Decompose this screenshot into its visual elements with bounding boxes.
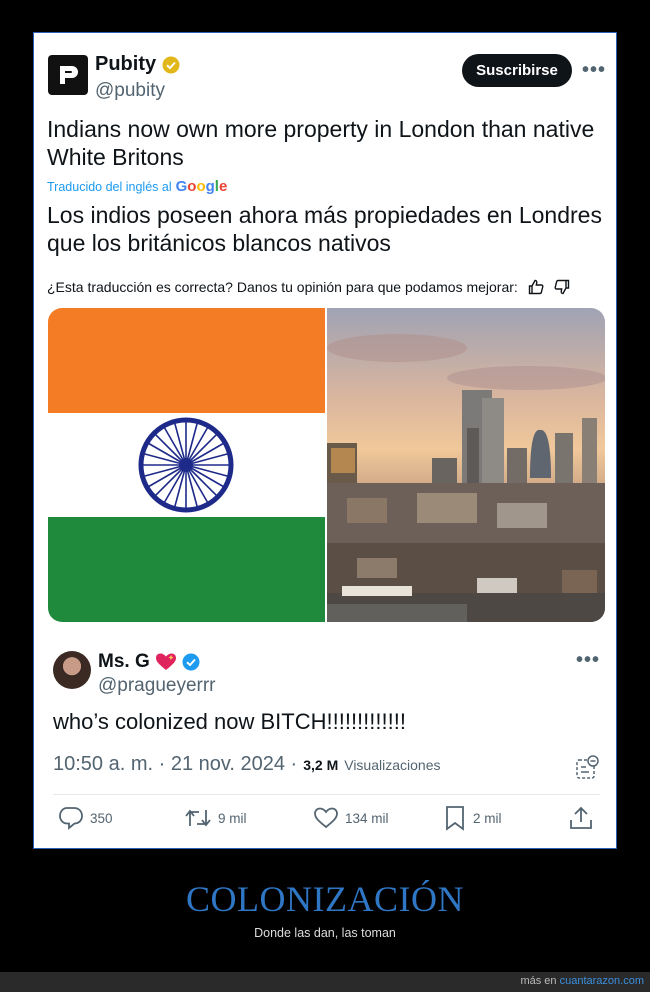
ms-g-avatar[interactable] bbox=[53, 651, 91, 689]
gold-verified-badge-icon bbox=[162, 56, 180, 73]
bookmark-icon bbox=[446, 806, 464, 831]
repost-button[interactable]: 9 mil bbox=[184, 806, 247, 830]
translated-by-label: Traducido del inglés al bbox=[47, 179, 172, 194]
meme-title: COLONIZACIÓN bbox=[186, 879, 464, 919]
feedback-question: ¿Esta traducción es correcta? Danos tu o… bbox=[47, 279, 518, 295]
reply-button[interactable]: 350 bbox=[58, 806, 113, 830]
tweet-card: Pubity @pubity Suscribirse ••• Indians n… bbox=[33, 32, 617, 849]
quote-author-handle[interactable]: @pragueyerrr bbox=[98, 675, 216, 697]
site-credit: más en cuantarazon.com bbox=[520, 975, 644, 987]
site-footer-bar: más en cuantarazon.com bbox=[0, 972, 650, 992]
quote-more-options-icon[interactable]: ••• bbox=[576, 649, 600, 672]
reply-icon bbox=[59, 807, 83, 830]
views-count: 3,2 M bbox=[303, 756, 339, 773]
reply-count: 350 bbox=[90, 810, 113, 826]
more-options-icon[interactable]: ••• bbox=[582, 59, 606, 82]
credit-prefix: más en bbox=[520, 975, 557, 987]
subscribe-button[interactable]: Suscribirse bbox=[462, 54, 572, 87]
quote-author-name-text[interactable]: Ms. G bbox=[98, 651, 150, 673]
thumbs-down-icon[interactable] bbox=[554, 279, 570, 295]
analytics-icon[interactable] bbox=[574, 755, 600, 781]
ashoka-chakra-icon bbox=[138, 417, 234, 513]
london-skyline-image[interactable] bbox=[327, 308, 605, 622]
like-button[interactable]: 134 mil bbox=[313, 806, 389, 830]
india-flag-image[interactable] bbox=[48, 308, 325, 622]
tweet-media[interactable] bbox=[48, 308, 605, 622]
views-label: Visualizaciones bbox=[344, 756, 441, 773]
action-bar: 350 9 mil 134 mil 2 mil bbox=[53, 803, 600, 833]
quote-text: who’s colonized now BITCH!!!!!!!!!!!!! bbox=[53, 709, 406, 734]
translation-feedback: ¿Esta traducción es correcta? Danos tu o… bbox=[47, 279, 570, 295]
sparkling-heart-icon bbox=[155, 653, 176, 670]
thumbs-up-icon[interactable] bbox=[528, 279, 544, 295]
translated-text: Los indios poseen ahora más propiedades … bbox=[47, 202, 602, 256]
timestamp[interactable]: 10:50 a. m. · 21 nov. 2024 · bbox=[53, 753, 297, 776]
tweet-metadata: 10:50 a. m. · 21 nov. 2024 · 3,2 M Visua… bbox=[53, 753, 440, 776]
pubity-logo-icon bbox=[60, 66, 78, 84]
meme-subtitle: Donde las dan, las toman bbox=[254, 926, 396, 940]
pubity-avatar[interactable] bbox=[48, 55, 88, 95]
heart-icon bbox=[314, 807, 338, 829]
author-name[interactable]: Pubity bbox=[95, 53, 180, 76]
repost-icon bbox=[185, 809, 211, 827]
blue-verified-badge-icon bbox=[182, 653, 200, 671]
google-logo: Google bbox=[175, 178, 228, 195]
site-link[interactable]: cuantarazon.com bbox=[560, 975, 644, 987]
bookmark-button[interactable]: 2 mil bbox=[443, 805, 502, 831]
skyline-illustration bbox=[327, 334, 605, 622]
tweet-text: Indians now own more property in London … bbox=[47, 116, 595, 170]
share-button[interactable] bbox=[568, 805, 594, 831]
quote-author-name[interactable]: Ms. G bbox=[98, 651, 200, 673]
share-icon bbox=[570, 806, 592, 829]
bookmark-count: 2 mil bbox=[473, 810, 502, 826]
author-name-text[interactable]: Pubity bbox=[95, 53, 156, 76]
actions-divider bbox=[53, 794, 600, 795]
like-count: 134 mil bbox=[345, 810, 389, 826]
translation-attribution: Traducido del inglés al Google bbox=[47, 178, 227, 195]
author-handle[interactable]: @pubity bbox=[95, 80, 165, 102]
repost-count: 9 mil bbox=[218, 810, 247, 826]
